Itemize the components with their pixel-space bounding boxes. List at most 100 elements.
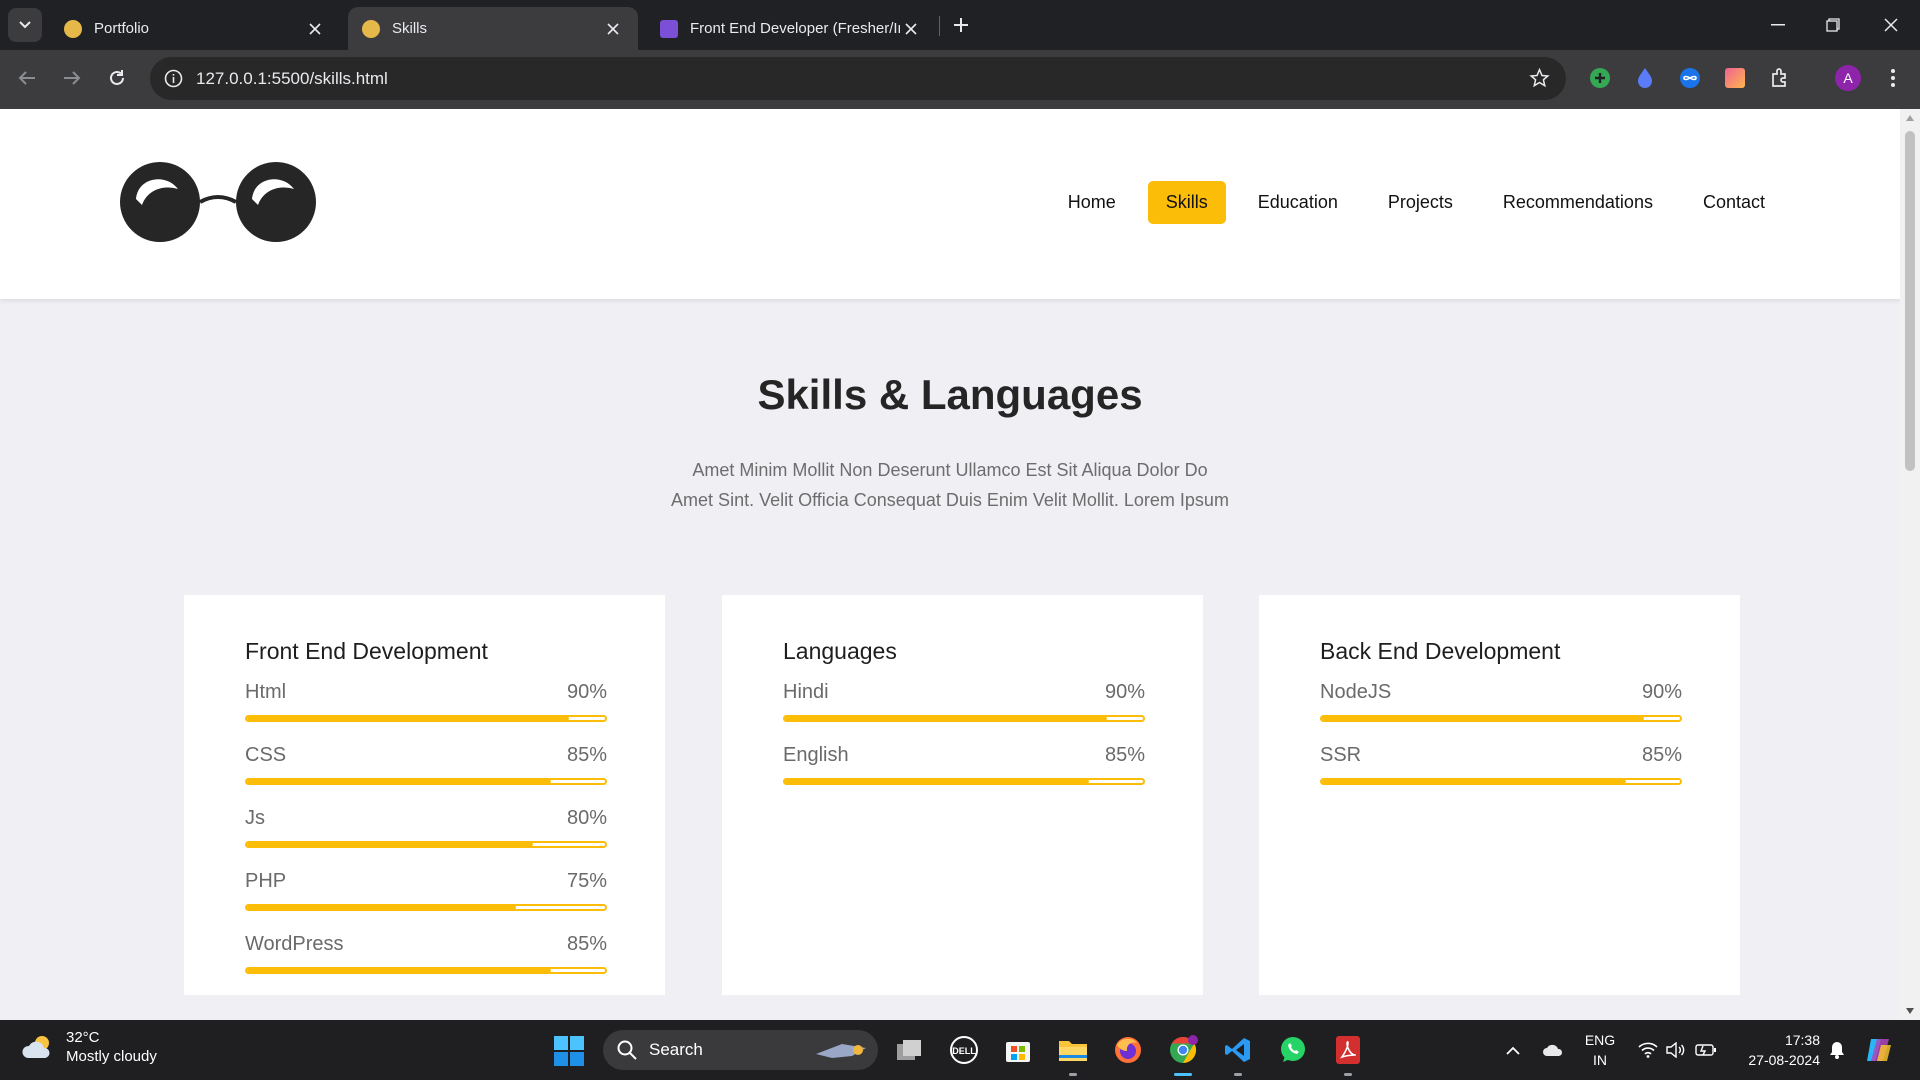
arrow-left-icon xyxy=(18,71,35,85)
browser-tabstrip: Portfolio Skills Front End Developer (Fr… xyxy=(0,0,1920,50)
svg-text:DELL: DELL xyxy=(952,1046,976,1056)
tab-title: Portfolio xyxy=(94,20,150,37)
extension-gradient-icon[interactable] xyxy=(1720,63,1750,93)
glasses-logo[interactable] xyxy=(120,159,316,245)
taskbar-search-box[interactable]: Search xyxy=(603,1030,878,1070)
chrome-icon[interactable] xyxy=(1165,1032,1201,1076)
nav-education[interactable]: Education xyxy=(1240,181,1356,224)
system-clock[interactable]: 17:38 27-08-2024 xyxy=(1730,1030,1820,1070)
firefox-icon[interactable] xyxy=(1110,1032,1146,1068)
skill-item: Hindi 90% xyxy=(783,669,1145,722)
nav-projects[interactable]: Projects xyxy=(1370,181,1471,224)
clock-date: 27-08-2024 xyxy=(1748,1052,1820,1068)
skill-progress-fill xyxy=(247,843,534,846)
skill-progress-bar xyxy=(245,715,607,722)
taskbar-search-label: Search xyxy=(649,1040,703,1059)
microsoft-store-icon[interactable] xyxy=(1000,1032,1036,1068)
nav-skills[interactable]: Skills xyxy=(1147,181,1226,224)
card-title: Back End Development xyxy=(1320,638,1561,664)
skill-progress-fill xyxy=(1322,780,1627,783)
tab-job-posting[interactable]: Front End Developer (Fresher/Intern) xyxy=(646,7,936,50)
skill-progress-bar xyxy=(245,841,607,848)
profile-initial: A xyxy=(1835,65,1861,91)
scrollbar-thumb[interactable] xyxy=(1905,131,1915,471)
skill-progress-bar xyxy=(1320,715,1682,722)
skill-item: Js 80% xyxy=(245,795,607,848)
card-title: Languages xyxy=(783,638,897,664)
weather-widget[interactable]: 32°C Mostly cloudy xyxy=(20,1028,157,1066)
skill-progress-bar xyxy=(245,967,607,974)
extension-green-plus-icon[interactable] xyxy=(1585,63,1615,93)
skill-item: English 85% xyxy=(783,732,1145,785)
skill-item: CSS 85% xyxy=(245,732,607,785)
nav-contact[interactable]: Contact xyxy=(1685,181,1783,224)
tab-skills[interactable]: Skills xyxy=(348,7,638,50)
language-indicator[interactable]: ENG IN xyxy=(1580,1030,1620,1070)
browser-menu-icon[interactable] xyxy=(1878,63,1908,93)
address-bar[interactable]: 127.0.0.1:5500/skills.html xyxy=(150,57,1566,100)
skill-percent: 85% xyxy=(566,933,607,955)
reload-button[interactable] xyxy=(100,61,134,95)
dell-app-icon[interactable]: DELL xyxy=(946,1032,982,1068)
skill-card-frontend: Front End Development Html 90% CSS 85% Js 8… xyxy=(184,595,665,995)
close-window-button[interactable] xyxy=(1868,0,1914,50)
skill-percent: 75% xyxy=(566,870,607,892)
back-button[interactable] xyxy=(10,61,44,95)
battery-icon[interactable] xyxy=(1693,1020,1719,1080)
bookmark-star-icon[interactable] xyxy=(1529,68,1550,88)
extension-drop-icon[interactable] xyxy=(1630,63,1660,93)
file-explorer-icon[interactable] xyxy=(1055,1032,1091,1076)
weather-temp: 32°C xyxy=(66,1029,100,1046)
skill-percent: 90% xyxy=(566,681,607,703)
onedrive-cloud-icon[interactable] xyxy=(1538,1020,1568,1080)
extension-infinity-icon[interactable] xyxy=(1675,63,1705,93)
vscode-icon[interactable] xyxy=(1220,1032,1256,1076)
site-info-icon[interactable] xyxy=(164,69,183,88)
scroll-down-arrow-icon[interactable] xyxy=(1905,1006,1915,1016)
skill-item: Html 90% xyxy=(245,669,607,722)
tab-portfolio[interactable]: Portfolio xyxy=(50,7,340,50)
close-tab-icon[interactable] xyxy=(602,18,624,40)
show-hidden-icons-chevron-up-icon[interactable] xyxy=(1500,1020,1526,1080)
skill-progress-fill xyxy=(1322,717,1645,720)
skill-percent: 85% xyxy=(1104,744,1145,766)
extensions-puzzle-icon[interactable] xyxy=(1765,63,1795,93)
skill-name: English xyxy=(783,744,849,766)
scroll-up-arrow-icon[interactable] xyxy=(1905,113,1915,123)
close-tab-icon[interactable] xyxy=(900,18,922,40)
windows-start-icon[interactable] xyxy=(553,1035,585,1067)
skill-card-languages: Languages Hindi 90% English 85% xyxy=(722,595,1203,995)
skill-item: SSR 85% xyxy=(1320,732,1682,785)
card-title: Front End Development xyxy=(245,638,488,664)
tab-search-button[interactable] xyxy=(8,8,42,42)
nav-home[interactable]: Home xyxy=(1050,181,1134,224)
volume-icon[interactable] xyxy=(1663,1020,1689,1080)
skill-progress-bar xyxy=(783,778,1145,785)
nav-recommendations[interactable]: Recommendations xyxy=(1485,181,1671,224)
profile-avatar[interactable]: A xyxy=(1833,63,1863,93)
whatsapp-icon[interactable] xyxy=(1275,1032,1311,1068)
minimize-button[interactable] xyxy=(1755,0,1801,50)
acrobat-pdf-icon[interactable] xyxy=(1330,1032,1366,1076)
tab-title: Skills xyxy=(392,20,428,37)
task-view-icon[interactable] xyxy=(891,1032,927,1068)
close-tab-icon[interactable] xyxy=(304,18,326,40)
reload-icon xyxy=(110,70,124,85)
page-scrollbar[interactable] xyxy=(1900,109,1920,1020)
wifi-icon[interactable] xyxy=(1635,1020,1661,1080)
restore-button[interactable] xyxy=(1810,0,1856,50)
skill-progress-bar xyxy=(783,715,1145,722)
forward-button[interactable] xyxy=(55,61,89,95)
skill-percent: 90% xyxy=(1104,681,1145,703)
skill-item: PHP 75% xyxy=(245,858,607,911)
main-nav: Home Skills Education Projects Recommend… xyxy=(1050,181,1783,224)
windows-taskbar: 32°C Mostly cloudy Search DELL ENG IN 17… xyxy=(0,1020,1920,1080)
cloudy-weather-icon xyxy=(22,1036,50,1058)
copilot-icon[interactable] xyxy=(1862,1020,1896,1080)
site-header: Home Skills Education Projects Recommend… xyxy=(0,109,1900,299)
skill-name: SSR xyxy=(1320,744,1362,766)
new-tab-button[interactable] xyxy=(948,12,974,38)
browser-toolbar: 127.0.0.1:5500/skills.html A xyxy=(0,50,1920,109)
notification-bell-icon[interactable] xyxy=(1824,1020,1850,1080)
skill-progress-fill xyxy=(247,717,570,720)
